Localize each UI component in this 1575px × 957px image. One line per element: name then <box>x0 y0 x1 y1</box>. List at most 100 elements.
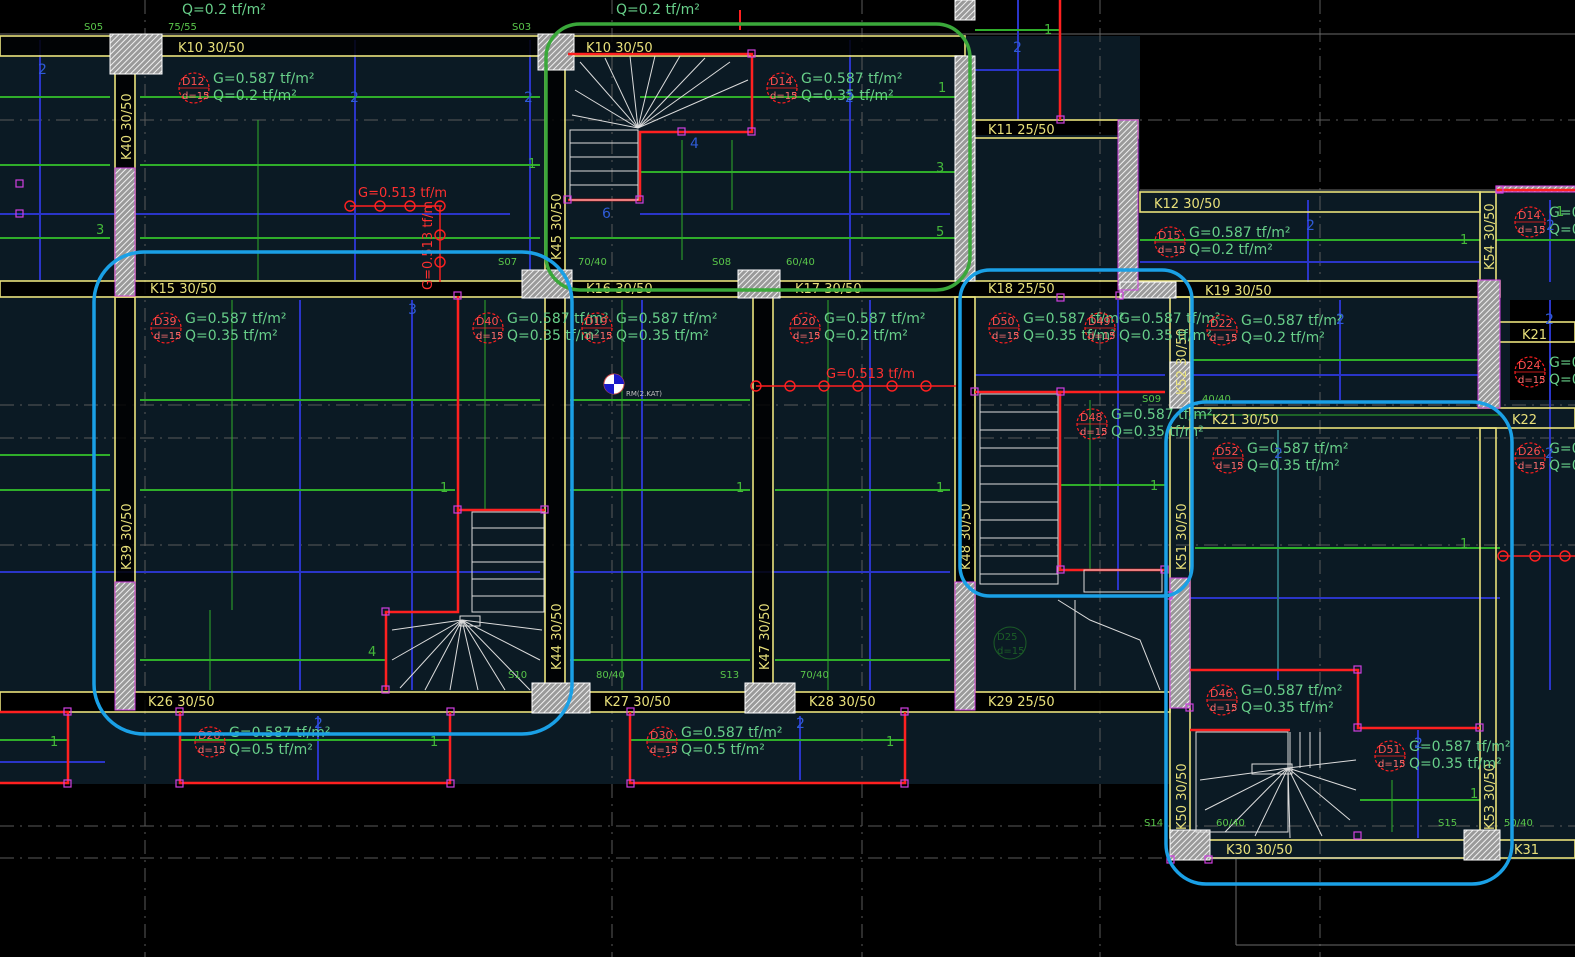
marker-label: RM(2.KAT) <box>626 390 662 398</box>
column-size-label: 60/40 <box>1216 818 1245 829</box>
span-number: 1 <box>886 735 894 750</box>
slab-dead-load: G=0.587 tf/m² <box>681 725 783 741</box>
vertical-beam-label: K53 30/50 <box>1483 763 1498 830</box>
slab-id: D22 <box>1210 317 1232 330</box>
column-shape <box>1463 829 1501 861</box>
column-label: S13 <box>720 670 739 681</box>
slab-label: D28d=15G=0.587 tf/m²Q=0.5 tf/m² <box>194 725 331 758</box>
beam-label: K22 <box>1512 413 1537 428</box>
slab-live-load: Q=0.5 tf/m² <box>229 742 313 758</box>
slab-thickness: d=15 <box>1518 461 1545 472</box>
slab-dead-load: G=0.587 tf/m² <box>824 311 926 327</box>
column-size-label: 70/40 <box>800 670 829 681</box>
slab-region <box>0 712 1170 784</box>
beam-label: K15 30/50 <box>150 282 217 297</box>
slab-id: D50 <box>992 315 1014 328</box>
column-size-label: 50/40 <box>1504 818 1533 829</box>
span-number: 1 <box>528 157 536 172</box>
dim-number: 2 <box>1414 736 1423 752</box>
dim-number: 2 <box>1306 218 1315 234</box>
beam-label: K12 30/50 <box>1154 197 1221 212</box>
dim-number: 2 <box>1013 40 1022 56</box>
slab-live-load: Q=0.2 tf/m² <box>1189 242 1273 258</box>
beam-label: K27 30/50 <box>604 695 671 710</box>
slab-thickness: d=15 <box>992 331 1019 342</box>
slab-thickness: d=15 <box>1158 245 1185 256</box>
dim-number: 4 <box>690 136 699 152</box>
beam-label: K29 25/50 <box>988 695 1055 710</box>
column-size-label: 60/40 <box>786 257 815 268</box>
column-shape <box>737 269 781 299</box>
column-label: S15 <box>1438 818 1457 829</box>
slab-id: D51 <box>1378 743 1400 756</box>
vertical-beam-label: K50 30/50 <box>1175 763 1190 830</box>
slab-live-load: Q=0.2 tf/m² <box>824 328 908 344</box>
column-label: S08 <box>712 257 731 268</box>
slab-live-load: Q=0.35 tf/m² <box>616 328 709 344</box>
slab-id: D40 <box>476 315 498 328</box>
slab-id: D15 <box>1158 229 1180 242</box>
dim-number: 3 <box>408 302 417 318</box>
beam-label: K10 30/50 <box>178 41 245 56</box>
top-load-label: Q=0.2 tf/m² <box>182 2 266 18</box>
beam-label: K11 25/50 <box>988 123 1055 138</box>
slab-live-load: Q=0.35 tf/m² <box>1119 328 1212 344</box>
slab-label: D20 d=15 G=0.587 tf/m²Q=0.2 tf/m² <box>789 311 926 344</box>
slab-id: D14 <box>770 75 792 88</box>
slab-live-load: Q=0.5 tf/m² <box>681 742 765 758</box>
slab-id: D14 <box>1518 209 1540 222</box>
column-label: S03 <box>512 22 531 33</box>
column-shape <box>1169 829 1211 861</box>
slab-thickness: d=15 <box>770 91 797 102</box>
dim-number: 2 <box>845 90 854 106</box>
slab-live-load: Q=0.2 tf/m² <box>1241 330 1325 346</box>
vertical-beam-label: K39 30/50 <box>120 503 135 570</box>
slab-thickness: d=15 <box>1216 461 1243 472</box>
column-shape <box>114 167 136 297</box>
dim-number: 2 <box>1274 446 1283 462</box>
column-size-label: 75/55 <box>168 22 197 33</box>
slab-thickness: d=15 <box>1210 703 1237 714</box>
slab-thickness: d=15 <box>476 331 503 342</box>
span-number: 1 <box>1556 205 1564 220</box>
dim-number: 2 <box>314 716 323 732</box>
vertical-beam-label: K44 30/50 <box>550 603 565 670</box>
line-load-label: G=0.513 tf/m <box>826 367 915 382</box>
slab-id: D20 <box>793 315 815 328</box>
slab-thickness: d=15 <box>650 745 677 756</box>
dim-number: 2 <box>38 62 47 78</box>
beam-label: K28 30/50 <box>809 695 876 710</box>
slab-dead-load: G=0.587 tf/m² <box>1241 683 1343 699</box>
slab-thickness: d=15 <box>1210 333 1237 344</box>
slab-thickness: d=15 <box>1088 331 1115 342</box>
beam-label: K26 30/50 <box>148 695 215 710</box>
slab-dead-load: G=0.587 tf/m² <box>801 71 903 87</box>
slab-label: D14d=15G=0.587 tf/m²Q=0.35 tf/m² <box>766 71 903 104</box>
column-label: S10 <box>508 670 527 681</box>
slab-live-load: Q=0.2 tf/m² <box>213 88 297 104</box>
vertical-beam-label: K54 30/50 <box>1483 203 1498 270</box>
slab-id: D26 <box>1518 445 1540 458</box>
dim-number: 2 <box>1545 446 1554 462</box>
dim-number: 2 <box>796 716 805 732</box>
beam-label: K21 30/50 <box>1212 413 1279 428</box>
slab-id: D46 <box>1210 687 1232 700</box>
column-shape <box>744 682 796 714</box>
slab-id: D30 <box>650 729 672 742</box>
slab-thickness: d=15 <box>997 646 1024 657</box>
reference-marker <box>603 373 625 395</box>
slab-id: D24 <box>1518 359 1540 372</box>
slab-id: D19 <box>585 315 607 328</box>
slab-dead-load: G=0.587 tf/m² <box>1119 311 1221 327</box>
vertical-beam-label: K51 30/50 <box>1175 503 1190 570</box>
structural-plan-canvas: K10 30/50 K10 30/50 K11 25/50 K12 30/50 K15 … <box>0 0 1575 957</box>
slab-dead-load: G=0.587 tf/m² <box>213 71 315 87</box>
slab-thickness: d=15 <box>154 331 181 342</box>
marker-labels: RM(2.KAT) <box>626 390 662 398</box>
span-number: 4 <box>368 645 376 660</box>
slab-id: D12 <box>182 75 204 88</box>
slab-thickness: d=15 <box>793 331 820 342</box>
slab-thickness: d=15 <box>1518 225 1545 236</box>
dim-number: 2 <box>1336 312 1345 328</box>
vertical-beam-label: K47 30/50 <box>758 603 773 670</box>
